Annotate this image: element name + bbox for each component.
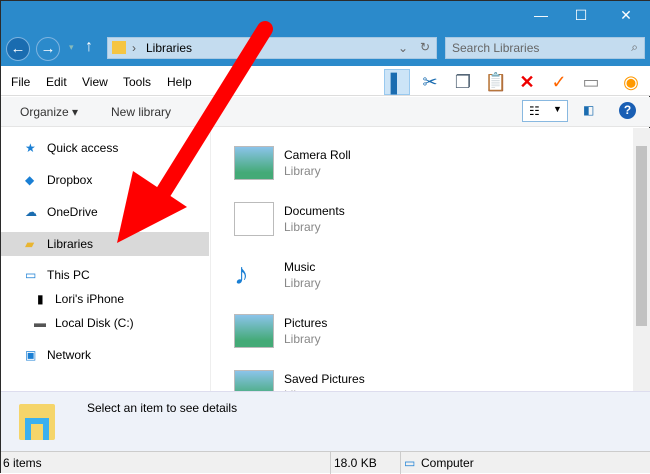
arrow-shaft [153, 21, 273, 204]
red-arrow-annotation [117, 21, 273, 243]
